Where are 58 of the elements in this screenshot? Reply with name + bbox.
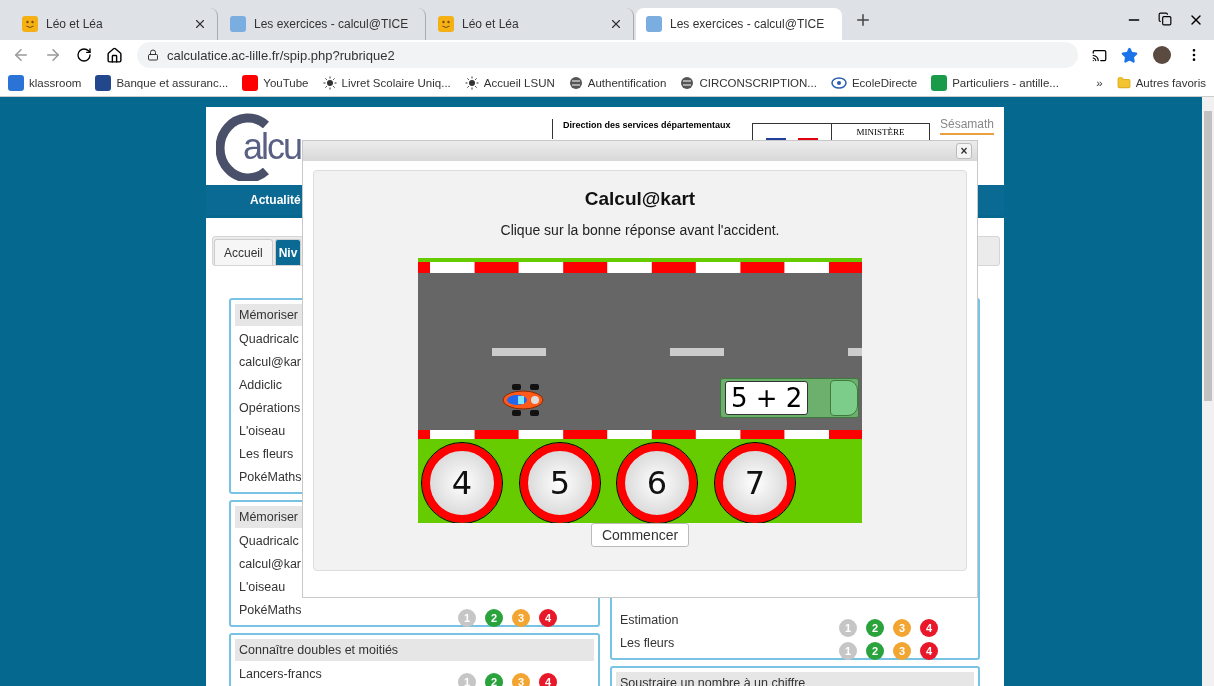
- bookmark[interactable]: Authentification: [568, 76, 667, 90]
- forward-icon[interactable]: [44, 46, 62, 64]
- more-bookmarks-button[interactable]: »: [1096, 77, 1103, 89]
- bookmark[interactable]: YouTube: [242, 75, 309, 91]
- browser-tab[interactable]: Les exercices - calcul@TICE: [636, 8, 842, 40]
- globe-icon: [680, 76, 695, 90]
- bookmark-folder[interactable]: Autres favoris: [1116, 76, 1206, 90]
- level-badge[interactable]: 4: [920, 642, 938, 660]
- bookmark[interactable]: Banque et assuranc...: [95, 75, 229, 91]
- home-icon[interactable]: [106, 46, 123, 64]
- bookmark[interactable]: Particuliers - antille...: [931, 75, 1059, 91]
- bookmark[interactable]: EcoleDirecte: [830, 77, 918, 89]
- partner-logo-text: Sésamath: [939, 117, 994, 135]
- smiley-icon: [22, 16, 38, 32]
- eye-icon: [830, 77, 847, 89]
- logo-text: alcu: [243, 127, 302, 167]
- close-icon[interactable]: [193, 17, 207, 31]
- exercise-link[interactable]: PokéMaths: [239, 600, 458, 623]
- question-label: 5 + 2: [725, 381, 809, 415]
- folder-icon: [1116, 76, 1131, 90]
- exercise-link[interactable]: Les fleurs: [620, 633, 839, 656]
- scrollbar[interactable]: [1202, 97, 1214, 686]
- bookmark[interactable]: CIRCONSCRIPTION...: [680, 76, 817, 90]
- sun-icon: [464, 76, 479, 90]
- lock-icon: [147, 49, 159, 61]
- bookmark[interactable]: Accueil LSUN: [464, 76, 555, 90]
- close-button[interactable]: ×: [956, 143, 972, 159]
- browser-tab[interactable]: Léo et Léa: [428, 8, 634, 40]
- nav-link[interactable]: Actualité: [250, 193, 301, 207]
- smiley-icon: [438, 16, 454, 32]
- reload-icon[interactable]: [76, 47, 92, 63]
- browser-tab[interactable]: Les exercices - calcul@TICE: [220, 8, 426, 40]
- exercise-link[interactable]: Lancers-francs: [239, 664, 458, 686]
- instruction-text: Clique sur la bonne réponse avant l'accident.: [500, 222, 780, 238]
- star-icon[interactable]: [1121, 46, 1138, 64]
- level-badge[interactable]: 4: [920, 619, 938, 637]
- back-icon[interactable]: [12, 46, 30, 64]
- globe-icon: [568, 76, 583, 90]
- restore-icon[interactable]: [1158, 12, 1172, 26]
- address-bar[interactable]: calculatice.ac-lille.fr/spip.php?rubrique2: [137, 42, 1078, 68]
- avatar-icon[interactable]: [1152, 45, 1172, 65]
- new-tab-icon[interactable]: [854, 11, 872, 29]
- sun-icon: [322, 76, 337, 90]
- close-icon[interactable]: [609, 17, 623, 31]
- page-tab[interactable]: Niv: [274, 239, 302, 265]
- kart-icon: [502, 383, 544, 417]
- game-title: Calcul@kart: [584, 188, 696, 210]
- header-text: Direction des services départementaux: [563, 119, 731, 131]
- exercise-link[interactable]: Estimation: [620, 610, 839, 633]
- cast-icon[interactable]: [1092, 47, 1107, 63]
- level-badge[interactable]: 4: [539, 609, 557, 627]
- page-tab[interactable]: Accueil: [214, 239, 273, 265]
- start-button[interactable]: Commencer: [590, 523, 690, 547]
- browser-tab[interactable]: Léo et Léa: [12, 8, 218, 40]
- bookmark[interactable]: klassroom: [8, 75, 82, 91]
- level-badge[interactable]: 4: [539, 673, 557, 686]
- bookmark[interactable]: Livret Scolaire Uniq...: [322, 76, 451, 90]
- panel-heading: Connaître doubles et moitiés: [235, 639, 594, 661]
